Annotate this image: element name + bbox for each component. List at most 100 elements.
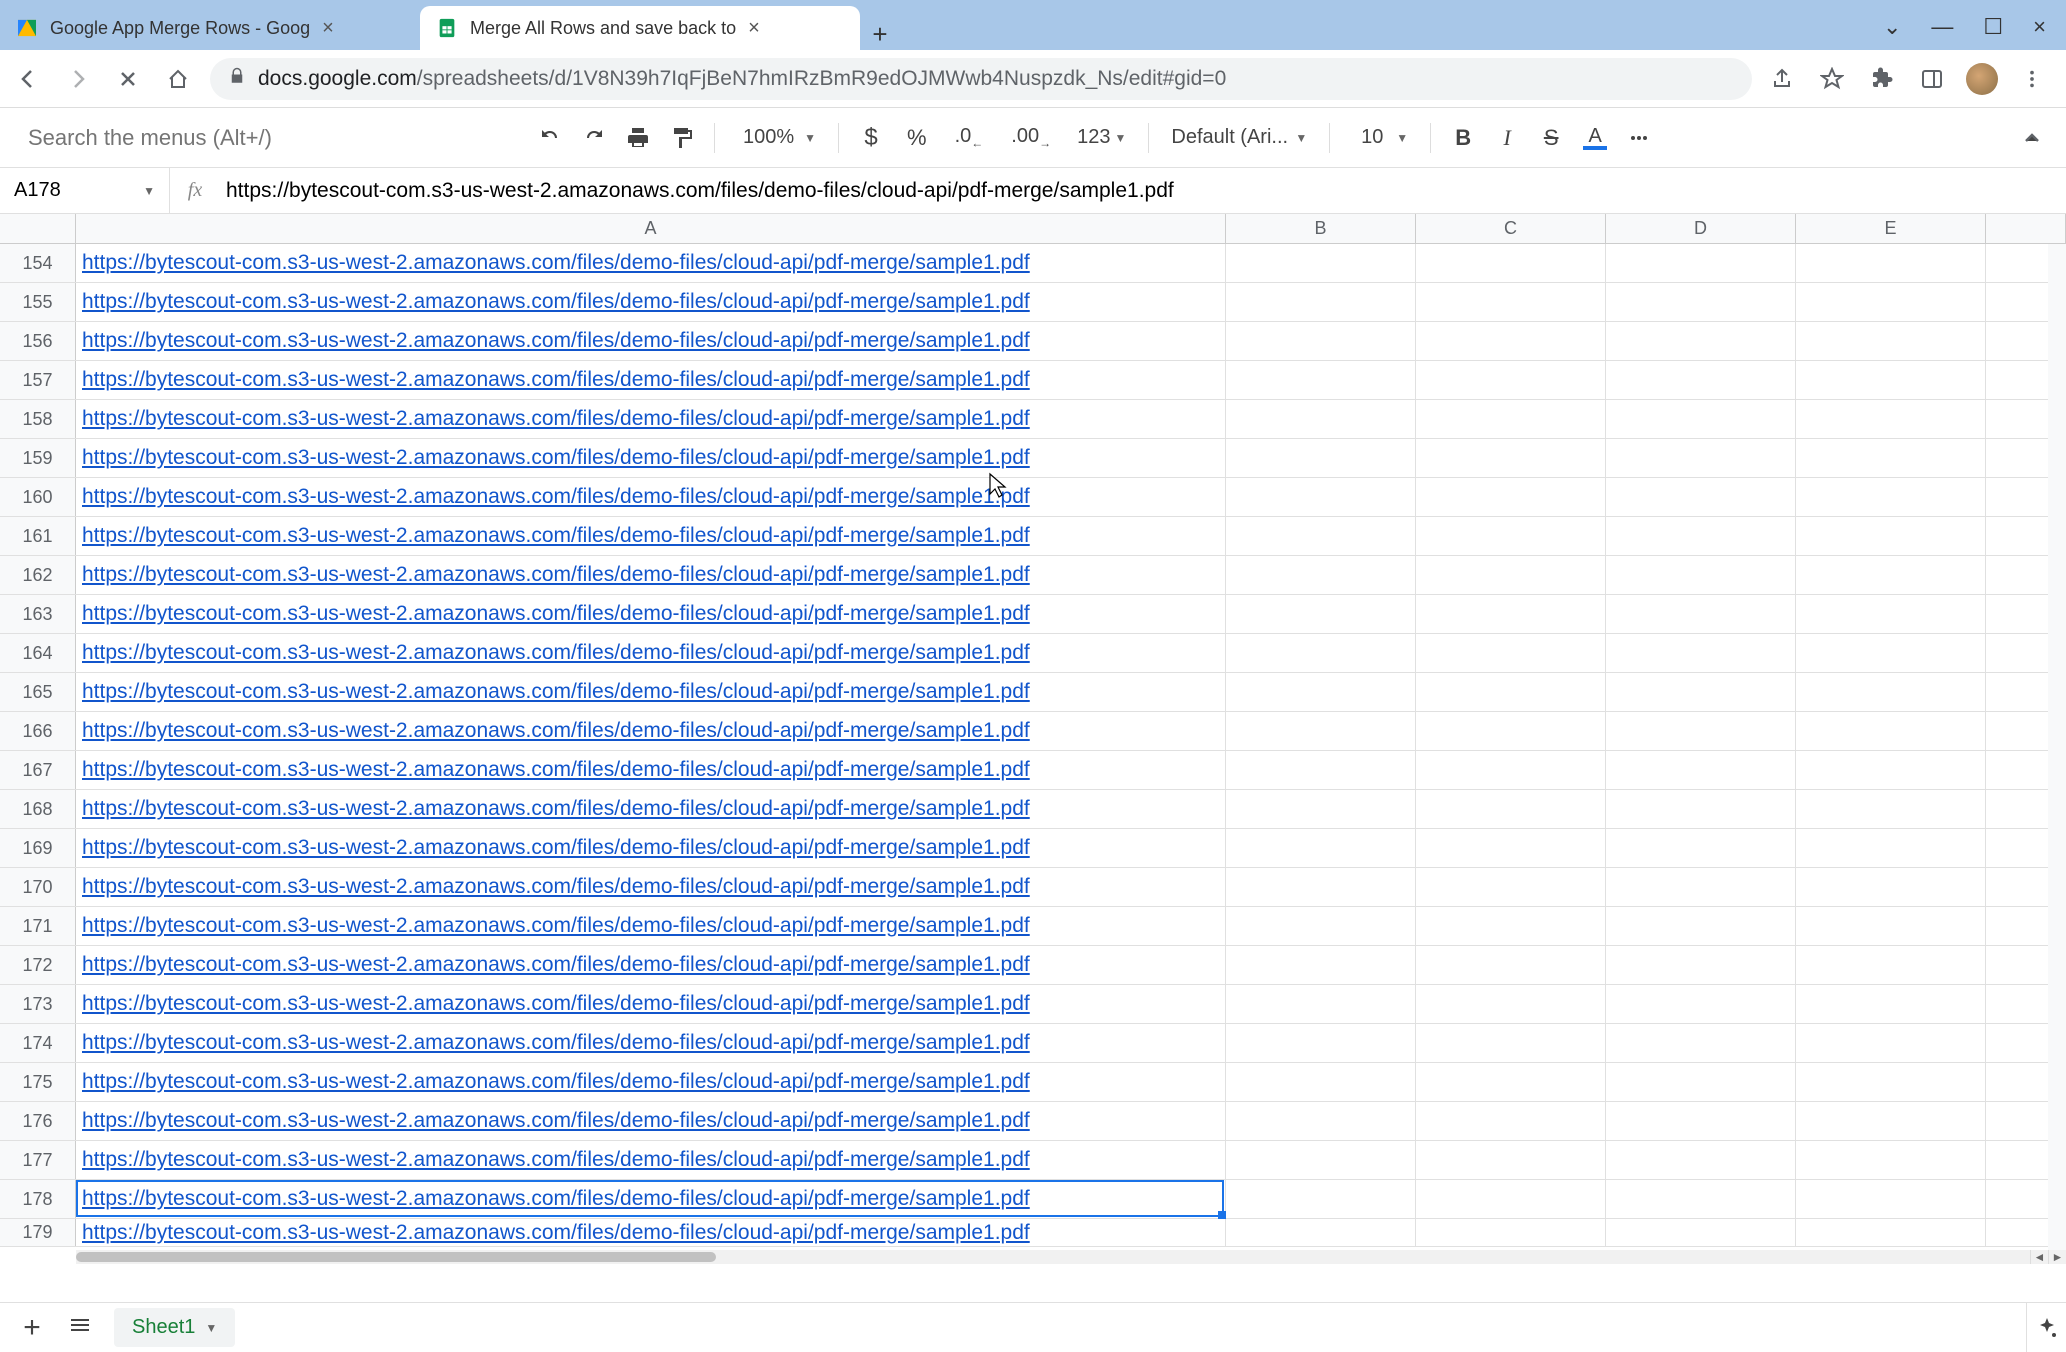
cell[interactable] (1796, 1219, 1986, 1246)
row-header[interactable]: 173 (0, 985, 76, 1023)
scroll-left-button[interactable]: ◄ (2030, 1250, 2048, 1264)
cell[interactable] (1226, 1180, 1416, 1218)
cell[interactable] (1226, 790, 1416, 828)
cell[interactable] (1796, 244, 1986, 282)
cell[interactable] (1226, 1141, 1416, 1179)
extensions-icon[interactable] (1866, 63, 1898, 95)
cell[interactable] (1416, 868, 1606, 906)
cell[interactable] (1796, 1180, 1986, 1218)
cell[interactable] (1226, 868, 1416, 906)
column-header[interactable]: E (1796, 214, 1986, 243)
cell[interactable] (1416, 946, 1606, 984)
row-header[interactable]: 158 (0, 400, 76, 438)
cell[interactable] (1796, 634, 1986, 672)
cell[interactable] (1606, 712, 1796, 750)
cell[interactable] (1796, 946, 1986, 984)
cell[interactable] (1416, 907, 1606, 945)
strikethrough-button[interactable]: S (1533, 120, 1569, 156)
column-header[interactable]: D (1606, 214, 1796, 243)
cell[interactable] (1226, 673, 1416, 711)
row-header[interactable]: 172 (0, 946, 76, 984)
row-header[interactable]: 164 (0, 634, 76, 672)
cell[interactable] (1796, 1102, 1986, 1140)
cell[interactable]: https://bytescout-com.s3-us-west-2.amazo… (76, 712, 1226, 750)
row-header[interactable]: 170 (0, 868, 76, 906)
paint-format-button[interactable] (664, 120, 700, 156)
cell[interactable] (1226, 361, 1416, 399)
cell[interactable] (1416, 1141, 1606, 1179)
row-header[interactable]: 162 (0, 556, 76, 594)
cell[interactable] (1796, 556, 1986, 594)
cell[interactable]: https://bytescout-com.s3-us-west-2.amazo… (76, 439, 1226, 477)
row-header[interactable]: 176 (0, 1102, 76, 1140)
row-header[interactable]: 161 (0, 517, 76, 555)
cell[interactable] (1416, 1102, 1606, 1140)
horizontal-scrollbar[interactable] (76, 1250, 2046, 1264)
cell[interactable] (1796, 361, 1986, 399)
cell[interactable] (1606, 322, 1796, 360)
more-toolbar-button[interactable] (1621, 120, 1657, 156)
row-header[interactable]: 169 (0, 829, 76, 867)
bold-button[interactable]: B (1445, 120, 1481, 156)
cell[interactable] (1416, 595, 1606, 633)
spreadsheet-grid[interactable]: 154https://bytescout-com.s3-us-west-2.am… (0, 244, 2066, 1264)
cell[interactable]: https://bytescout-com.s3-us-west-2.amazo… (76, 244, 1226, 282)
cell[interactable]: https://bytescout-com.s3-us-west-2.amazo… (76, 790, 1226, 828)
cell[interactable]: https://bytescout-com.s3-us-west-2.amazo… (76, 1063, 1226, 1101)
font-size-dropdown[interactable]: 10▼ (1344, 126, 1416, 149)
row-header[interactable]: 174 (0, 1024, 76, 1062)
vertical-scrollbar[interactable] (2048, 244, 2066, 1250)
row-header[interactable]: 155 (0, 283, 76, 321)
cell[interactable] (1226, 1102, 1416, 1140)
redo-button[interactable] (576, 120, 612, 156)
row-header[interactable]: 165 (0, 673, 76, 711)
cell[interactable] (1796, 595, 1986, 633)
cell[interactable]: https://bytescout-com.s3-us-west-2.amazo… (76, 985, 1226, 1023)
cell[interactable] (1796, 478, 1986, 516)
cell[interactable]: https://bytescout-com.s3-us-west-2.amazo… (76, 946, 1226, 984)
cell[interactable] (1606, 907, 1796, 945)
back-button[interactable] (10, 61, 46, 97)
cell[interactable] (1226, 244, 1416, 282)
row-header[interactable]: 171 (0, 907, 76, 945)
formula-bar[interactable]: https://bytescout-com.s3-us-west-2.amazo… (220, 179, 2066, 203)
expand-toolbar-button[interactable] (2014, 120, 2050, 156)
cell[interactable] (1226, 907, 1416, 945)
cell[interactable] (1416, 751, 1606, 789)
cell[interactable]: https://bytescout-com.s3-us-west-2.amazo… (76, 1180, 1226, 1218)
cell[interactable] (1226, 322, 1416, 360)
cell[interactable] (1226, 439, 1416, 477)
all-sheets-button[interactable] (68, 1313, 98, 1342)
zoom-dropdown[interactable]: 100%▼ (729, 126, 824, 149)
cell[interactable] (1796, 790, 1986, 828)
cell[interactable] (1606, 985, 1796, 1023)
cell[interactable] (1796, 1024, 1986, 1062)
cell[interactable] (1606, 400, 1796, 438)
cell[interactable] (1606, 868, 1796, 906)
cell[interactable] (1606, 790, 1796, 828)
cell[interactable] (1226, 712, 1416, 750)
cell[interactable] (1606, 946, 1796, 984)
close-button[interactable]: × (2033, 14, 2046, 40)
cell[interactable] (1796, 907, 1986, 945)
row-header[interactable]: 177 (0, 1141, 76, 1179)
row-header[interactable]: 154 (0, 244, 76, 282)
share-icon[interactable] (1766, 63, 1798, 95)
cell[interactable] (1416, 361, 1606, 399)
cell[interactable] (1226, 829, 1416, 867)
cell[interactable] (1226, 751, 1416, 789)
cell[interactable] (1226, 595, 1416, 633)
cell[interactable] (1226, 1063, 1416, 1101)
sheet-tab[interactable]: Sheet1 ▼ (114, 1308, 235, 1347)
cell[interactable] (1796, 985, 1986, 1023)
cell[interactable] (1416, 439, 1606, 477)
cell[interactable] (1416, 283, 1606, 321)
cell[interactable]: https://bytescout-com.s3-us-west-2.amazo… (76, 478, 1226, 516)
row-header[interactable]: 179 (0, 1219, 76, 1246)
cell[interactable] (1606, 829, 1796, 867)
cell[interactable] (1416, 1063, 1606, 1101)
close-icon[interactable]: × (322, 17, 334, 40)
new-tab-button[interactable]: + (860, 19, 900, 50)
add-sheet-button[interactable]: + (12, 1311, 52, 1345)
cell[interactable] (1606, 595, 1796, 633)
